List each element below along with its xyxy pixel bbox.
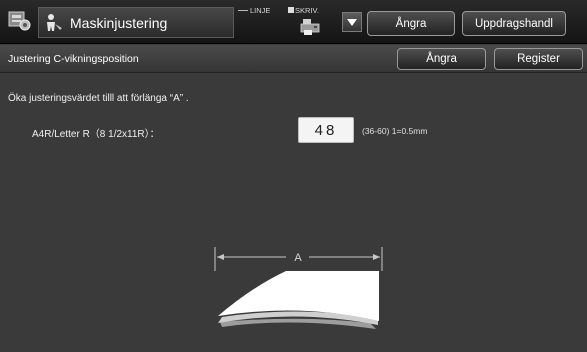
dropdown-button[interactable] [342,12,362,32]
job-status-button[interactable]: Uppdragshandl [462,11,566,36]
triangle-down-icon [347,18,357,26]
person-adjust-icon [47,14,62,31]
window-title: Maskinjustering [70,15,168,31]
dimension-label: A [294,252,302,264]
adjustment-value-input[interactable]: 48 [298,117,354,143]
title-panel: Maskinjustering [38,7,234,38]
paper-size-label: A4R/Letter R（8 1/2x11R）： [32,129,160,140]
page-title: Justering C-vikningsposition [8,53,139,65]
linje-indicator-line [238,10,248,11]
skriv-indicator-icon [288,7,294,13]
machine-settings-icon[interactable] [8,9,32,33]
range-hint: (36-60) 1=0.5mm [362,126,428,136]
sub-header: Justering C-vikningsposition Ångra Regis… [0,45,587,73]
skriv-label: SKRIV. [295,6,319,15]
register-button[interactable]: Register [494,48,583,70]
dimension-arrow-right [373,254,380,260]
top-bar: Maskinjustering LINJE SKRIV. Ångra Uppdr… [0,0,587,44]
undo-button[interactable]: Ångra [367,11,455,36]
dimension-arrow-left [217,254,224,260]
instruction-text: Öka justeringsvärdet tilll att förlänga … [8,93,189,104]
c-fold-diagram: A [214,247,383,329]
printer-icon [300,19,320,35]
cancel-button[interactable]: Ångra [397,48,486,70]
status-area: LINJE SKRIV. [238,6,333,40]
linje-label: LINJE [250,6,271,15]
